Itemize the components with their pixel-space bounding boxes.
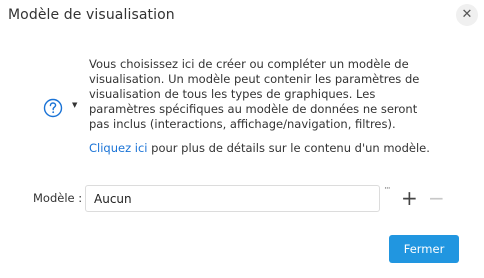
info-description: Vous choisissez ici de créer ou compléte… (89, 57, 420, 131)
details-link-suffix: pour plus de détails sur le contenu d'un… (147, 141, 430, 155)
remove-model-button[interactable]: − (428, 188, 445, 208)
close-button[interactable]: Fermer (389, 235, 459, 263)
close-icon[interactable]: ✕ (456, 4, 478, 26)
question-circle-icon[interactable] (43, 98, 63, 118)
info-more-line: Cliquez ici pour plus de détails sur le … (89, 141, 439, 156)
info-panel: Vous choisissez ici de créer ou compléte… (89, 57, 439, 156)
model-input[interactable] (85, 185, 380, 212)
caret-down-icon[interactable]: ▼ (72, 101, 77, 109)
model-label: Modèle : (33, 191, 83, 205)
visualisation-model-dialog: Modèle de visualisation ✕ ▼ Vous choisis… (0, 0, 484, 278)
add-model-button[interactable]: + (401, 188, 418, 208)
details-link[interactable]: Cliquez ici (89, 141, 148, 155)
dialog-title: Modèle de visualisation (8, 7, 175, 23)
more-options-icon[interactable]: ··· (384, 184, 391, 194)
help-toggle[interactable]: ▼ (43, 98, 83, 120)
